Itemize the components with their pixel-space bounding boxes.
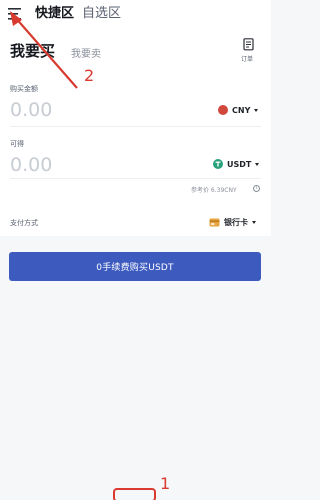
annotation-number-1: 1 bbox=[160, 474, 171, 493]
annotation-number-2: 2 bbox=[84, 66, 95, 85]
annotation-highlight-box bbox=[113, 488, 156, 500]
annotation-arrow bbox=[10, 11, 78, 89]
